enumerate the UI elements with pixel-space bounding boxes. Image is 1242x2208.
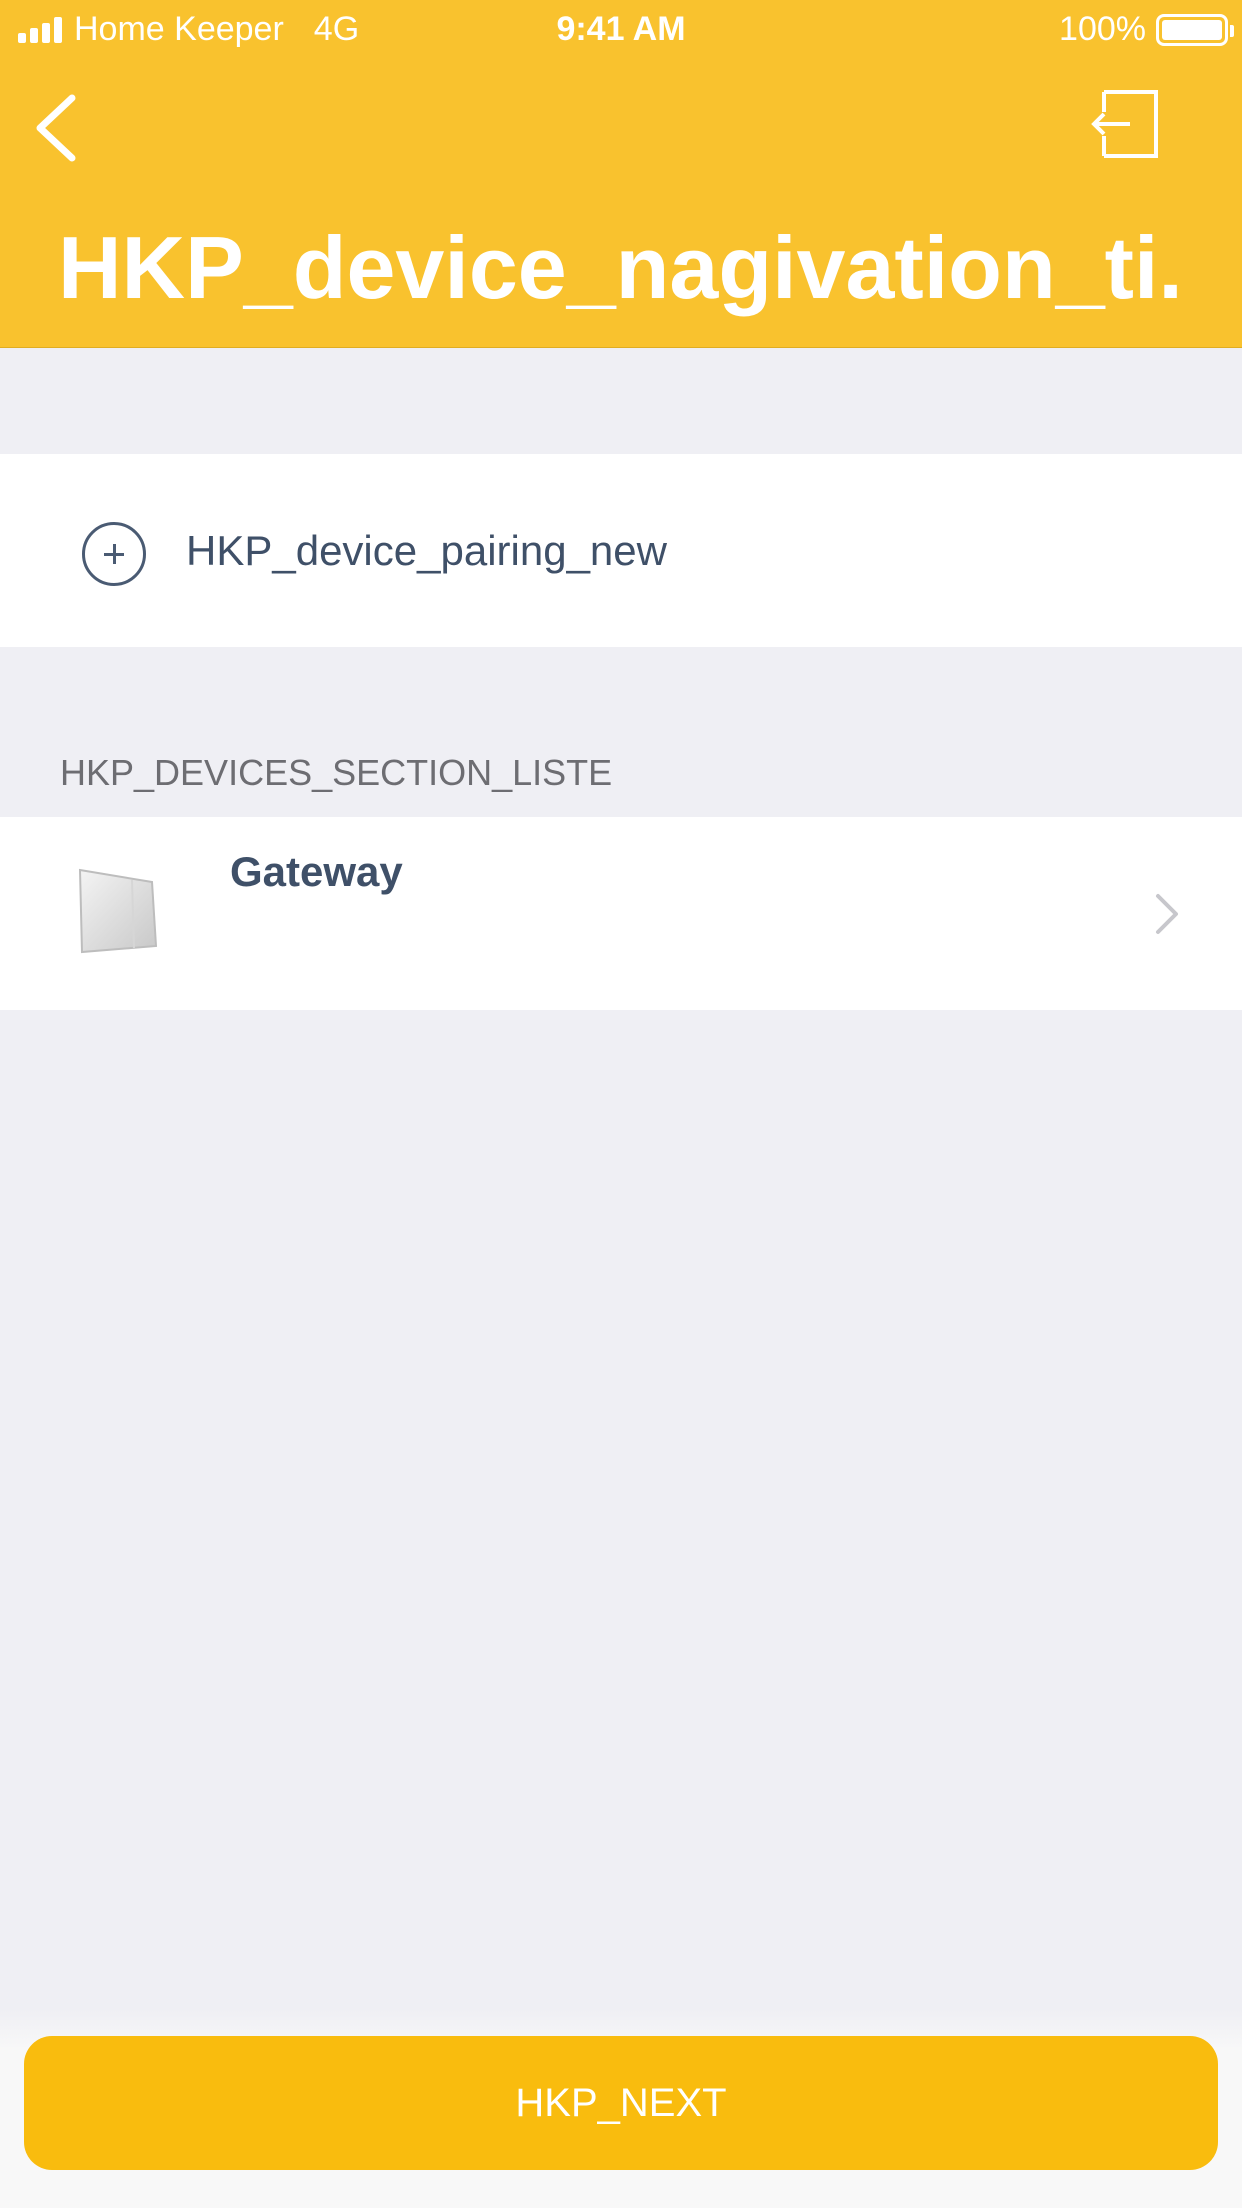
status-time: 9:41 AM	[556, 10, 686, 48]
devices-section-header: HKP_DEVICES_SECTION_LISTE	[60, 752, 613, 793]
status-bar: Home Keeper 4G 9:41 AM 100%	[0, 0, 1242, 62]
battery-icon	[1156, 13, 1234, 46]
page-title: HKP_device_nagivation_ti...	[58, 218, 1178, 317]
chevron-left-icon	[36, 94, 76, 162]
plus-circle-icon	[82, 522, 146, 586]
chevron-right-icon	[1152, 892, 1182, 936]
battery-percent: 100%	[1059, 10, 1146, 48]
gateway-device-image	[74, 866, 162, 954]
logout-button[interactable]	[1090, 88, 1160, 168]
device-row-gateway[interactable]	[0, 817, 1242, 1010]
next-button[interactable]: HKP_NEXT	[24, 2036, 1218, 2170]
logout-icon	[1091, 90, 1158, 158]
back-button[interactable]	[30, 90, 90, 170]
status-bar-right: 100%	[1059, 10, 1234, 49]
add-device-label: HKP_device_pairing_new	[186, 527, 667, 574]
device-name: Gateway	[230, 848, 403, 895]
